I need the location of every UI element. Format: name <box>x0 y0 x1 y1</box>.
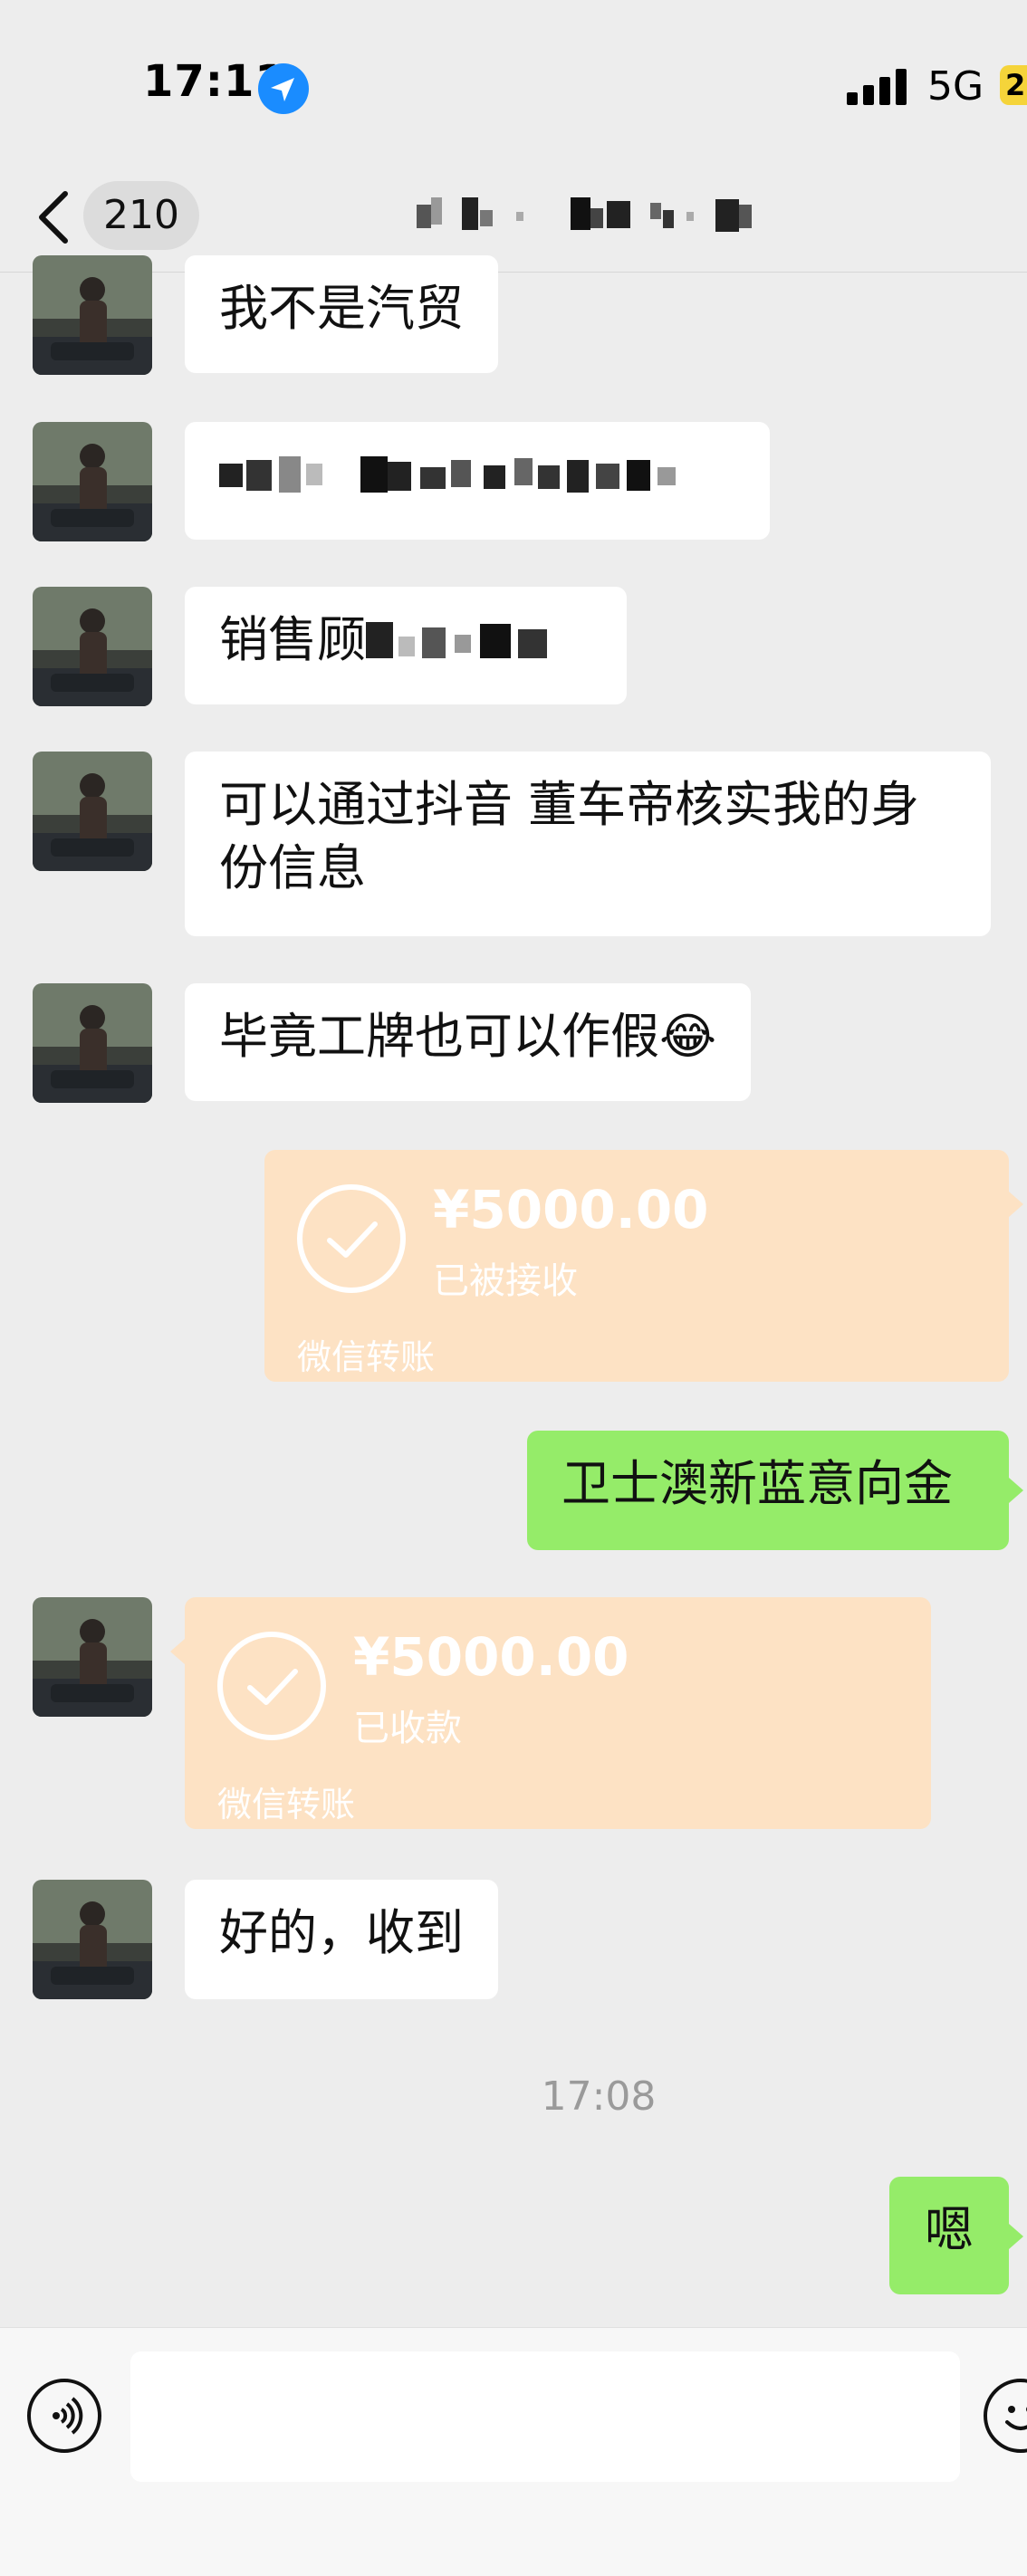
transfer-footer: 微信转账 <box>297 1337 436 1377</box>
transfer-status: 已被接收 <box>433 1260 578 1302</box>
message-text: 好的，收到 <box>219 1904 464 1961</box>
chat-timestamp: 17:08 <box>541 2073 657 2120</box>
message-bubble-incoming[interactable]: 可以通过抖音 董车帝核实我的身份信息 <box>185 752 991 936</box>
message-bubble-incoming[interactable]: 好的，收到 <box>185 1880 498 1999</box>
check-icon <box>217 1632 326 1740</box>
chat-title-redacted <box>408 192 788 243</box>
contact-avatar[interactable] <box>33 587 152 706</box>
message-text: 嗯 <box>925 2201 974 2258</box>
signal-icon <box>847 69 910 105</box>
bubble-tail <box>1009 2224 1023 2249</box>
message-bubble-outgoing[interactable]: 卫士澳新蓝意向金 <box>527 1431 1009 1550</box>
contact-avatar[interactable] <box>33 983 152 1103</box>
bubble-tail <box>1009 1192 1023 1217</box>
message-text: 卫士澳新蓝意向金 <box>561 1455 953 1512</box>
battery-icon: 2 <box>1000 65 1027 105</box>
message-bubble-incoming-partial-redacted[interactable]: 销售顾 <box>185 587 627 704</box>
message-text: 毕竟工牌也可以作假 <box>219 1008 659 1065</box>
transfer-card-outgoing[interactable]: ¥5000.00 已被接收 微信转账 <box>264 1150 1009 1382</box>
transfer-card-incoming[interactable]: ¥5000.00 已收款 微信转账 <box>185 1597 931 1829</box>
contact-avatar[interactable] <box>33 1880 152 1999</box>
message-bubble-incoming[interactable]: 毕竟工牌也可以作假😂 <box>185 983 752 1101</box>
input-bar <box>0 2327 1027 2576</box>
voice-icon[interactable] <box>27 2379 101 2453</box>
message-input[interactable] <box>130 2351 960 2482</box>
contact-avatar[interactable] <box>33 255 152 375</box>
redacted-text-mosaic <box>366 622 547 658</box>
bubble-tail <box>170 1639 185 1664</box>
transfer-amount: ¥5000.00 <box>353 1626 629 1688</box>
message-text: 销售顾 <box>219 611 366 668</box>
redacted-text-mosaic <box>219 456 676 493</box>
message-bubble-outgoing[interactable]: 嗯 <box>889 2177 1009 2294</box>
contact-avatar[interactable] <box>33 1597 152 1717</box>
message-bubble-incoming[interactable]: 我不是汽贸 <box>185 255 498 373</box>
message-bubble-incoming-redacted[interactable] <box>185 422 770 540</box>
bubble-tail <box>1009 1478 1023 1503</box>
check-icon <box>297 1184 406 1293</box>
transfer-amount: ¥5000.00 <box>433 1179 709 1240</box>
transfer-footer: 微信转账 <box>217 1785 356 1824</box>
location-arrow-icon <box>258 63 309 114</box>
message-text: 我不是汽贸 <box>219 280 464 337</box>
message-text: 可以通过抖音 董车帝核实我的身份信息 <box>219 776 920 896</box>
laughing-emoji-icon: 😂 <box>659 1008 717 1065</box>
transfer-status: 已收款 <box>353 1708 462 1749</box>
chat-header: 210 <box>0 154 1027 273</box>
contact-avatar[interactable] <box>33 422 152 541</box>
emoji-icon[interactable] <box>984 2379 1027 2453</box>
network-type: 5G <box>927 63 984 110</box>
contact-avatar[interactable] <box>33 752 152 871</box>
unread-count-badge[interactable]: 210 <box>83 181 199 250</box>
chevron-left-icon[interactable] <box>33 190 76 244</box>
